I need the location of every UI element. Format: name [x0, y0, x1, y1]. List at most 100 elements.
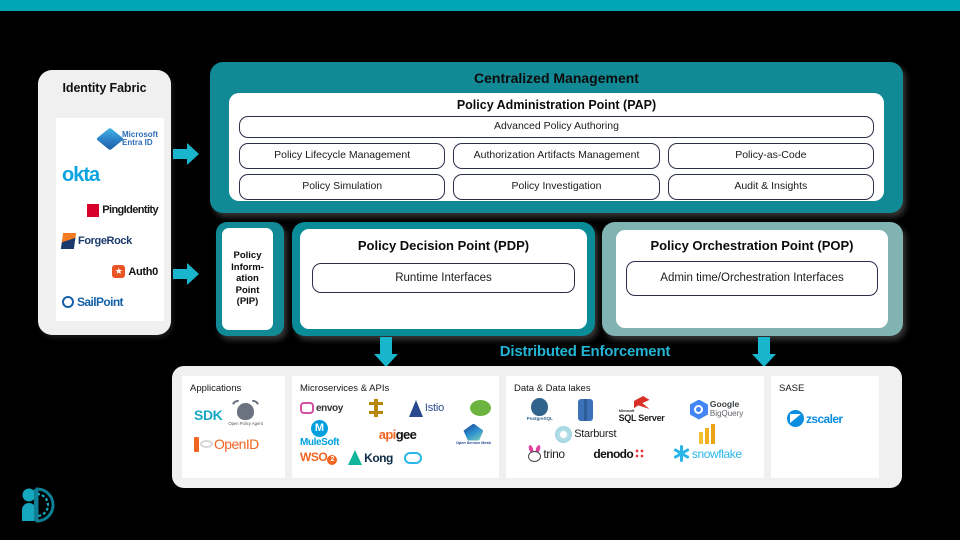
- vendor-label: Auth0: [128, 265, 158, 278]
- pop-inner: Policy Orchestration Point (POP) Admin t…: [616, 230, 888, 328]
- pop-title: Policy Orchestration Point (POP): [650, 238, 854, 253]
- policy-information-point-panel: Policy Inform- ation Point (PIP): [216, 222, 284, 336]
- enforcement-panel-data-lakes: Data & Data lakes PostgreSQL Microsoft S…: [506, 376, 764, 478]
- forgerock-icon: [60, 233, 77, 250]
- arrow-right-icon: [173, 143, 199, 165]
- centralized-management-panel: Centralized Management Policy Administra…: [210, 62, 903, 213]
- centralized-management-title: Centralized Management: [474, 70, 639, 86]
- kong-icon: [348, 450, 363, 465]
- aws-app-mesh-icon: [368, 399, 383, 417]
- zscaler-logo: zscaler: [779, 410, 871, 427]
- arrow-right-icon: [173, 263, 199, 285]
- enforcement-panel-label: Data & Data lakes: [514, 383, 591, 394]
- vendor-label: SailPoint: [77, 294, 124, 309]
- starburst-logo: Starburst: [555, 425, 617, 443]
- enforcement-panel-sase: SASE zscaler: [771, 376, 879, 478]
- enforcement-panel-applications: Applications SDK Open Policy Agent OpenI…: [182, 376, 285, 478]
- google-bigquery-logo: Google BigQuery: [689, 399, 743, 420]
- amazon-redshift-icon: [578, 398, 594, 421]
- identity-fabric-panel: Identity Fabric Microsoft Entra ID okta …: [38, 70, 171, 335]
- openid-icon: [194, 436, 199, 452]
- envoy-logo: envoy: [300, 402, 343, 414]
- sdk-logo: SDK: [194, 406, 223, 423]
- policy-administration-point-panel: Policy Administration Point (PAP) Advanc…: [229, 93, 884, 201]
- istio-logo: Istio: [408, 399, 444, 417]
- open-service-mesh-icon: [463, 423, 484, 441]
- power-bi-icon: [698, 424, 715, 444]
- sailpoint-icon: [62, 295, 74, 308]
- zscaler-icon: [787, 410, 804, 427]
- vendor-microsoft-entra-id: Microsoft Entra ID: [56, 127, 164, 151]
- top-accent-bar: [0, 0, 960, 11]
- enforcement-panel-label: Microservices & APIs: [300, 383, 390, 394]
- spring-icon: [470, 400, 491, 416]
- vendor-auth0: ★ Auth0: [56, 265, 164, 279]
- pop-admin-orchestration-interfaces[interactable]: Admin time/Orchestration Interfaces: [626, 261, 878, 296]
- envoy-icon: [300, 402, 314, 414]
- mulesoft-icon: M: [311, 420, 329, 437]
- snowflake-icon: [673, 445, 690, 462]
- enforcement-panel-microservices: Microservices & APIs envoy Istio M MuleS…: [292, 376, 499, 478]
- pdp-title: Policy Decision Point (PDP): [357, 238, 530, 253]
- salesforce-cloud-icon: [403, 451, 422, 464]
- google-bigquery-icon: [689, 399, 708, 420]
- denodo-icon: [635, 449, 645, 458]
- open-service-mesh-logo: Open Service Mesh: [456, 423, 491, 445]
- mulesoft-logo: M MuleSoft: [300, 420, 340, 448]
- pap-item-audit-and-insights[interactable]: Audit & Insights: [667, 174, 874, 200]
- pdp-inner: Policy Decision Point (PDP) Runtime Inte…: [300, 229, 587, 329]
- distributed-enforcement-title: Distributed Enforcement: [499, 343, 671, 360]
- vendor-forgerock: ForgeRock: [56, 233, 164, 250]
- okta-logo: okta: [62, 164, 100, 187]
- wso2-logo: WSO 2: [300, 450, 338, 465]
- open-policy-agent-icon: [237, 403, 255, 420]
- pap-item-policy-lifecycle-management[interactable]: Policy Lifecycle Management: [239, 143, 446, 169]
- istio-icon: [408, 399, 423, 417]
- pap-item-policy-simulation[interactable]: Policy Simulation: [239, 174, 446, 200]
- pdp-runtime-interfaces[interactable]: Runtime Interfaces: [312, 263, 575, 293]
- ping-identity-icon: [87, 203, 100, 217]
- arrow-down-icon: [752, 337, 776, 367]
- vendor-ping-identity: PingIdentity: [56, 203, 164, 217]
- pap-item-policy-investigation[interactable]: Policy Investigation: [453, 174, 660, 200]
- pap-item-policy-as-code[interactable]: Policy-as-Code: [667, 143, 874, 169]
- apigee-logo: apigee: [378, 426, 417, 442]
- microsoft-entra-id-icon: [95, 127, 125, 151]
- brand-logo-icon: [22, 487, 55, 523]
- arrow-down-icon: [374, 337, 398, 367]
- vendor-okta: okta: [56, 164, 164, 187]
- slide-canvas: Identity Fabric Microsoft Entra ID okta …: [0, 0, 960, 540]
- postgresql-logo: PostgreSQL: [527, 398, 553, 421]
- pap-row-1: Policy Lifecycle Management Authorizatio…: [239, 143, 874, 169]
- postgresql-icon: [531, 398, 549, 416]
- pap-item-advanced-policy-authoring[interactable]: Advanced Policy Authoring: [239, 116, 874, 138]
- trino-logo: trino: [528, 444, 565, 462]
- policy-decision-point-panel: Policy Decision Point (PDP) Runtime Inte…: [292, 222, 595, 336]
- arrow-identity-to-pip: [173, 263, 199, 290]
- openid-ring-icon: [200, 440, 213, 448]
- arrow-identity-to-pap: [173, 143, 199, 170]
- sql-server-icon: [633, 396, 650, 409]
- kong-logo: Kong: [348, 450, 393, 465]
- trino-icon: [528, 444, 542, 462]
- pap-title: Policy Administration Point (PAP): [456, 98, 657, 112]
- open-policy-agent-caption: Open Policy Agent: [228, 421, 263, 426]
- auth0-icon: ★: [112, 265, 126, 279]
- pap-item-authorization-artifacts-management[interactable]: Authorization Artifacts Management: [453, 143, 660, 169]
- enforcement-panel-label: Applications: [190, 383, 242, 394]
- openid-logo-text: OpenID: [214, 436, 259, 452]
- sql-server-logo: Microsoft SQL Server: [619, 396, 665, 423]
- identity-fabric-title: Identity Fabric: [62, 81, 147, 95]
- enforcement-panel-label: SASE: [779, 383, 805, 394]
- identity-vendor-list: Microsoft Entra ID okta PingIdentity For…: [56, 118, 164, 321]
- vendor-label: ForgeRock: [78, 235, 132, 248]
- vendor-sailpoint: SailPoint: [56, 295, 164, 309]
- starburst-icon: [555, 425, 573, 443]
- policy-orchestration-point-panel: Policy Orchestration Point (POP) Admin t…: [602, 222, 903, 336]
- vendor-label: Microsoft Entra ID: [122, 129, 158, 148]
- pip-title: Policy Inform- ation Point (PIP): [222, 228, 273, 330]
- vendor-label: PingIdentity: [102, 204, 158, 217]
- denodo-logo: denodo: [593, 447, 645, 461]
- pap-row-2: Policy Simulation Policy Investigation A…: [239, 174, 874, 200]
- distributed-enforcement-container: Applications SDK Open Policy Agent OpenI…: [172, 366, 902, 488]
